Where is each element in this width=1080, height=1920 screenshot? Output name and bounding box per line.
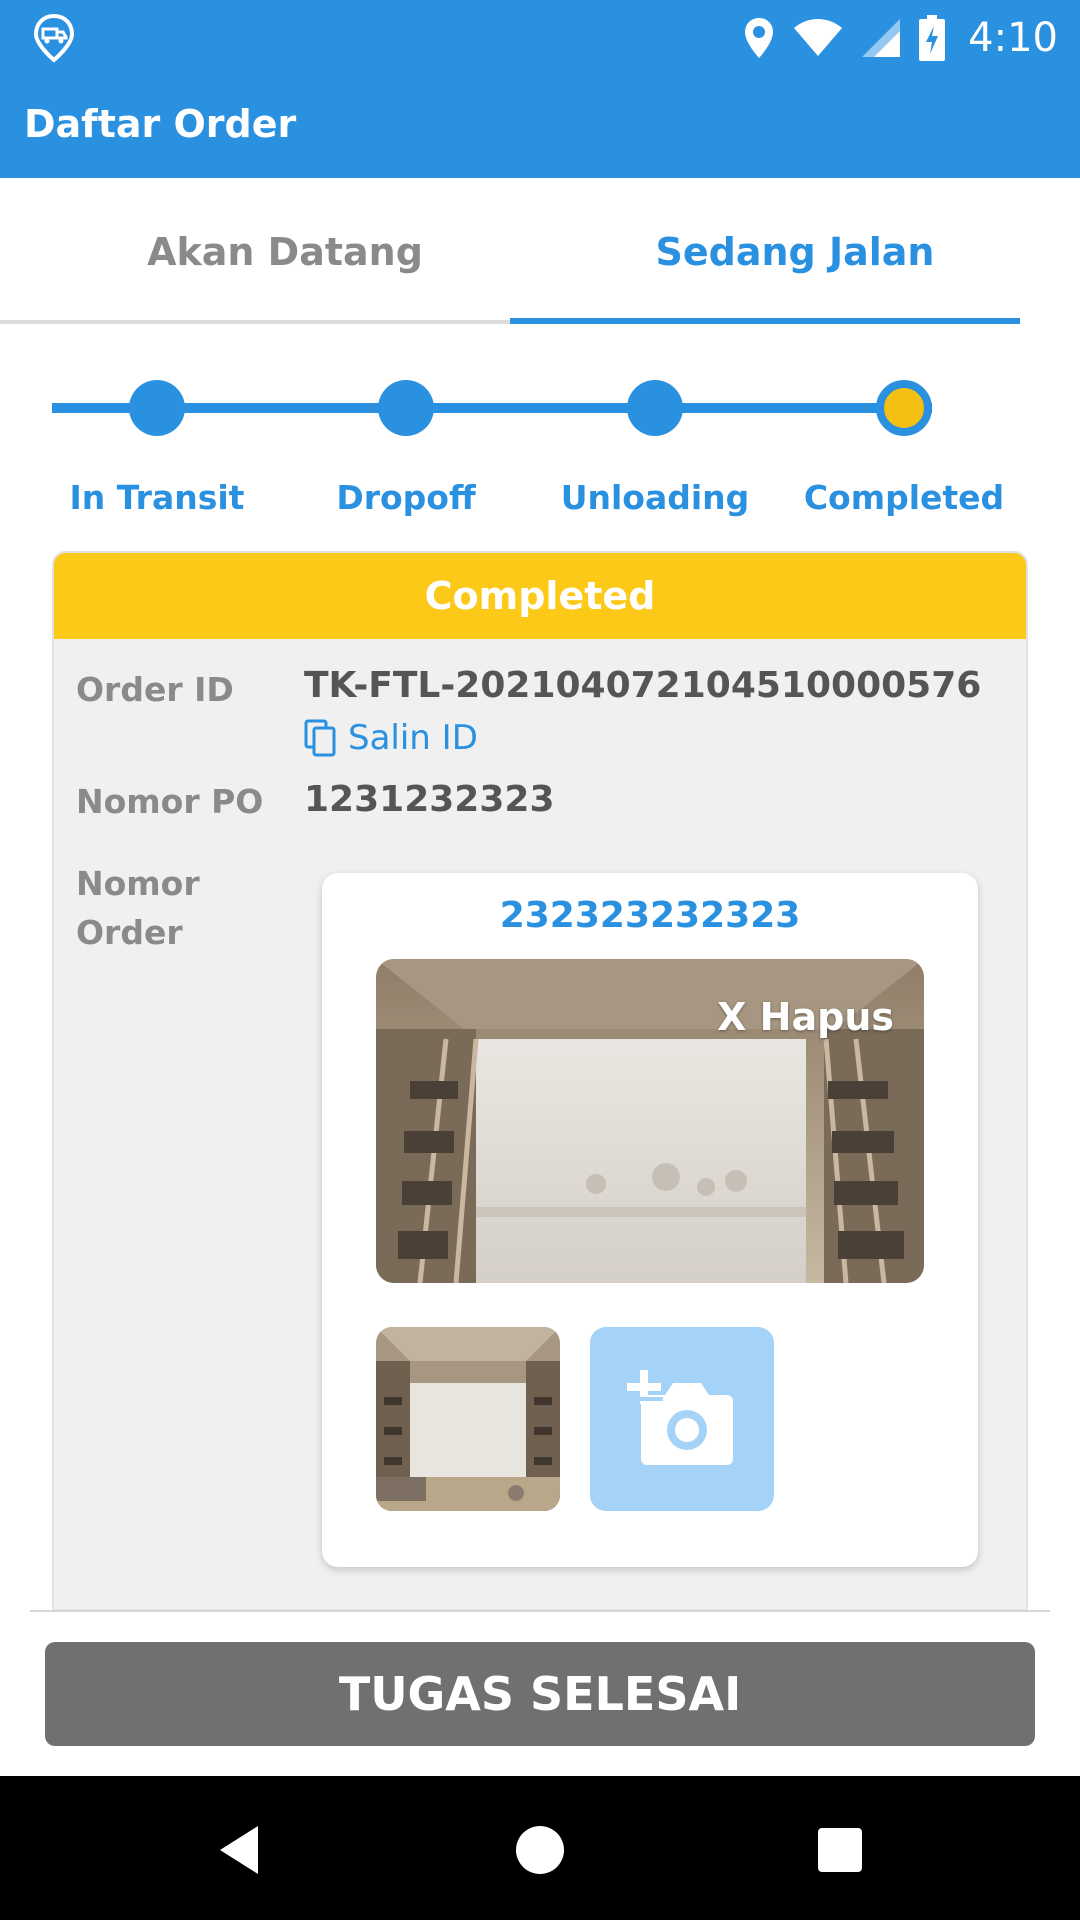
- order-id-label: Order ID: [76, 670, 234, 709]
- step-label-unloading: Unloading: [560, 478, 750, 517]
- delete-photo-button[interactable]: X Hapus: [717, 995, 894, 1039]
- order-card: Completed Order ID TK-FTL-20210407210451…: [52, 551, 1028, 1611]
- add-photo-button[interactable]: [590, 1327, 774, 1511]
- signal-icon: [862, 19, 901, 57]
- app-bar: 4:10 Daftar Order: [0, 0, 1080, 178]
- status-header: Completed: [54, 553, 1026, 639]
- order-number-label-line2: Order: [76, 913, 183, 952]
- step-dot-dropoff: [378, 380, 434, 436]
- step-dot-in-transit: [129, 380, 185, 436]
- order-number-panel: 232323232323 X Hapus: [322, 873, 978, 1567]
- step-label-in-transit: In Transit: [69, 478, 245, 517]
- clock: 4:10: [968, 15, 1058, 61]
- tab-akan-datang[interactable]: Akan Datang: [30, 178, 540, 326]
- status-bar: 4:10: [0, 0, 1080, 76]
- home-icon[interactable]: [510, 1820, 570, 1880]
- order-number-value: 232323232323: [499, 895, 801, 936]
- order-id-value: TK-FTL-20210407210451000057​6: [304, 665, 982, 706]
- step-label-dropoff: Dropoff: [336, 478, 476, 517]
- wifi-icon: [794, 19, 843, 56]
- photo-thumbnail[interactable]: [376, 1327, 560, 1511]
- tab-bar: Akan Datang Sedang Jalan: [30, 178, 1050, 326]
- status-icons: 4:10: [742, 10, 1058, 66]
- order-number-label-line1: Nomor: [76, 864, 200, 903]
- step-dot-completed: [876, 380, 932, 436]
- tab-sedang-jalan[interactable]: Sedang Jalan: [540, 178, 1050, 326]
- battery-icon: [919, 15, 946, 61]
- back-icon[interactable]: [210, 1820, 270, 1880]
- po-value: 1231232323: [304, 779, 555, 820]
- copy-icon: [304, 719, 336, 757]
- copy-id-button[interactable]: Salin ID: [304, 718, 478, 758]
- location-icon: [745, 18, 774, 58]
- system-nav-bar: [0, 1776, 1080, 1920]
- app-logo-icon: [33, 13, 75, 63]
- photo-preview: X Hapus: [376, 959, 924, 1283]
- recents-icon[interactable]: [810, 1820, 870, 1880]
- bottom-divider: [30, 1610, 1050, 1612]
- step-dot-unloading: [627, 380, 683, 436]
- page-title: Daftar Order: [24, 102, 297, 146]
- order-number-label: Nomor Order: [76, 859, 200, 957]
- active-tab-indicator: [510, 318, 1020, 324]
- po-label: Nomor PO: [76, 782, 264, 821]
- add-photo-icon: [627, 1370, 733, 1465]
- progress-stepper: In Transit Dropoff Unloading Completed: [0, 350, 1080, 530]
- thumbnail-image: [376, 1327, 560, 1511]
- step-label-completed: Completed: [803, 478, 1005, 517]
- task-complete-button[interactable]: TUGAS SELESAI: [45, 1642, 1035, 1746]
- copy-id-label: Salin ID: [348, 718, 478, 758]
